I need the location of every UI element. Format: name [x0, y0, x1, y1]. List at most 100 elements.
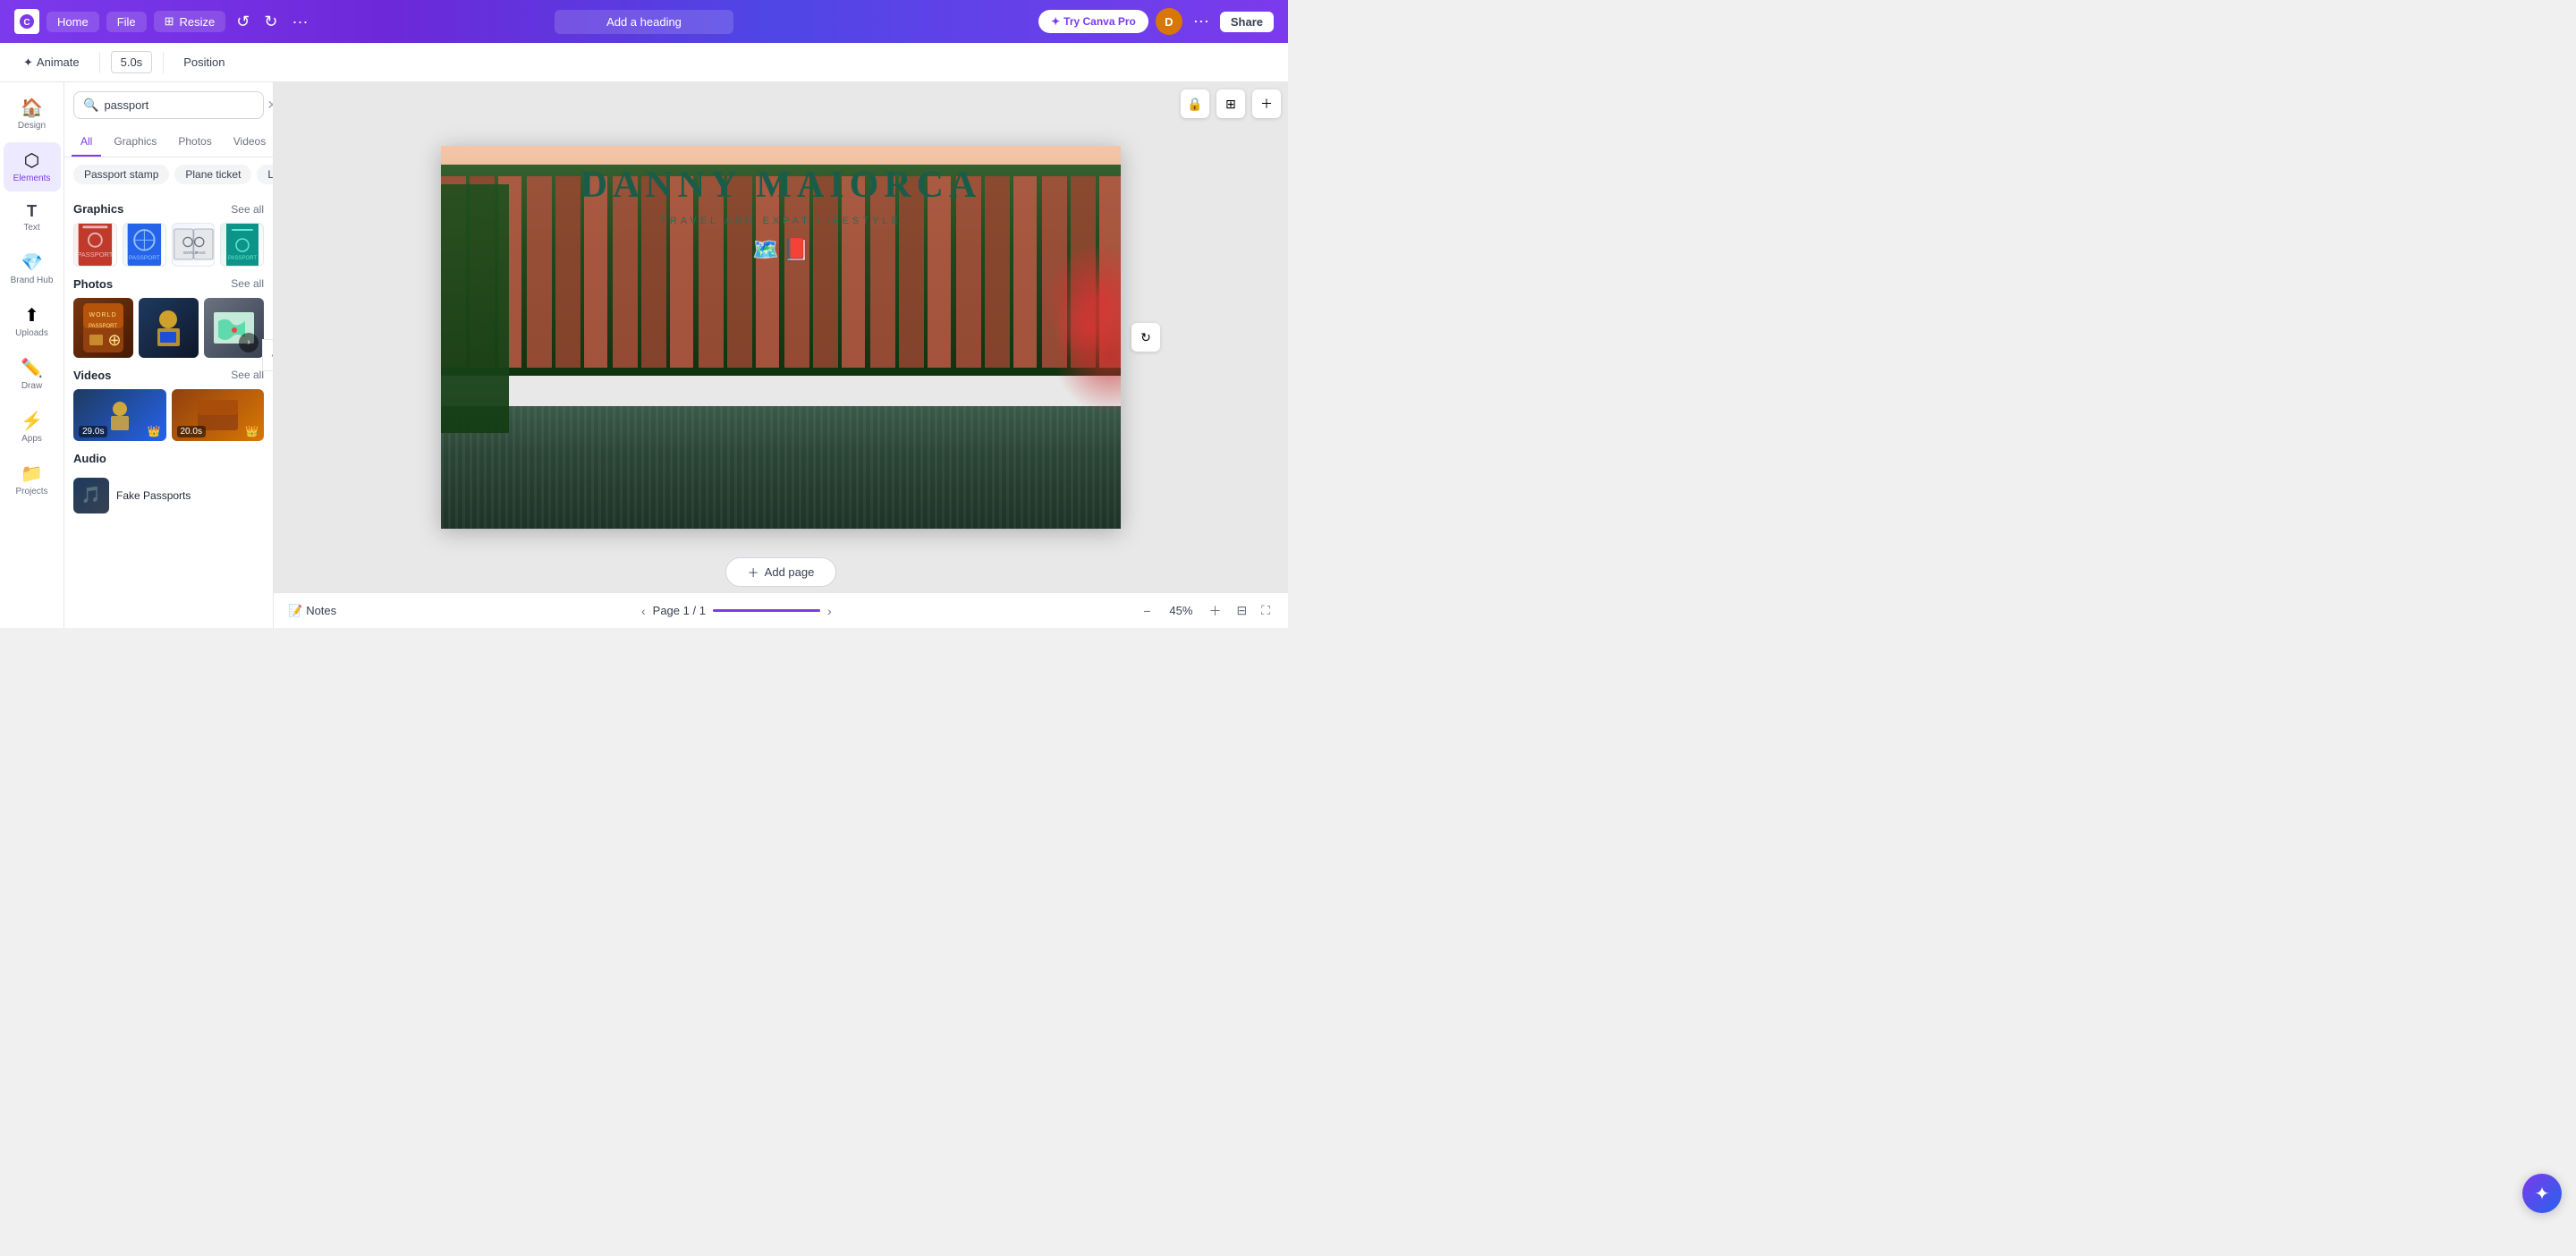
add-page-label: Add page — [765, 565, 815, 579]
sidebar-item-brandhub[interactable]: 💎 Brand Hub — [4, 244, 61, 293]
graphics-see-all-btn[interactable]: See all — [231, 203, 264, 216]
tab-photos[interactable]: Photos — [169, 128, 220, 157]
sidebar-item-projects[interactable]: 📁 Projects — [4, 455, 61, 505]
photo-item-3[interactable]: › — [204, 298, 264, 358]
position-btn[interactable]: Position — [174, 52, 233, 72]
canvas-workspace[interactable]: 🔒 ⊞ ＋ DANNY MAIORCA TRAVEL AND EXPAT L — [274, 82, 1288, 592]
canvas-decorative-icons[interactable]: 🗺️ 📕 — [752, 237, 809, 263]
photo-item-2[interactable] — [139, 298, 199, 358]
audio-info-1: Fake Passports — [116, 489, 264, 502]
panel-content: Graphics See all PASSPORT — [64, 191, 273, 628]
share-label: Share — [1231, 15, 1263, 29]
grid-tool-btn[interactable]: ⊞ — [1216, 89, 1245, 118]
sidebar-item-text[interactable]: T Text — [4, 195, 61, 241]
grid-view-btn[interactable]: ⊟ — [1233, 599, 1250, 622]
brandhub-label: Brand Hub — [11, 276, 54, 286]
canvas-main-title[interactable]: DANNY MAIORCA — [580, 164, 982, 207]
photos-see-all-btn[interactable]: See all — [231, 277, 264, 290]
search-icon: 🔍 — [83, 98, 98, 113]
bottom-bar: 📝 Notes ‹ Page 1 / 1 › − 45% ＋ ⊟ ⛶ — [274, 592, 1288, 628]
page-info: Page 1 / 1 — [653, 604, 706, 617]
page-progress-bar — [713, 609, 820, 612]
animate-btn[interactable]: ✦ Animate — [14, 52, 89, 73]
search-input[interactable] — [104, 98, 261, 112]
add-tool-btn[interactable]: ＋ — [1252, 89, 1281, 118]
svg-text:PASSPORT: PASSPORT — [228, 256, 257, 261]
filter-plane-ticket[interactable]: Plane ticket — [174, 165, 251, 184]
videos-see-all-btn[interactable]: See all — [231, 369, 264, 381]
topbar-left: C Home File ⊞ Resize ↺ ↻ ··· — [14, 9, 324, 35]
svg-text:WORLD: WORLD — [89, 312, 116, 318]
photos-grid: WORLD PASSPORT ⊕ — [73, 298, 264, 358]
video-item-2[interactable]: 20.0s 👑 — [172, 389, 265, 441]
lock-tool-btn[interactable]: 🔒 — [1181, 89, 1209, 118]
add-page-btn[interactable]: ＋ Add page — [725, 557, 837, 587]
notes-label: Notes — [306, 604, 336, 617]
file-label: File — [117, 15, 136, 29]
home-nav-btn[interactable]: Home — [47, 12, 99, 32]
redo-btn[interactable]: ↻ — [260, 9, 281, 35]
graphic-item-4[interactable]: PASSPORT — [220, 223, 264, 267]
photos-section-header: Photos See all — [73, 277, 264, 291]
filter-passport-stamp[interactable]: Passport stamp — [73, 165, 169, 184]
more-options-btn[interactable]: ⋯ — [1190, 9, 1213, 35]
tab-videos[interactable]: Videos — [225, 128, 274, 157]
sidebar-item-draw[interactable]: ✏️ Draw — [4, 350, 61, 399]
graphic-item-2[interactable]: PASSPORT — [123, 223, 166, 267]
apps-label: Apps — [21, 434, 42, 445]
brandhub-icon: 💎 — [21, 251, 43, 274]
filter-luggage[interactable]: Luggage — [257, 165, 273, 184]
duration-display[interactable]: 5.0s — [111, 51, 153, 73]
design-icon: 🏠 — [21, 97, 43, 119]
filter-chips: Passport stamp Plane ticket Luggage — [64, 157, 273, 191]
resize-nav-btn[interactable]: ⊞ Resize — [154, 11, 226, 32]
graphic-item-1[interactable]: PASSPORT — [73, 223, 117, 267]
page-navigation: ‹ Page 1 / 1 › — [641, 604, 832, 618]
videos-grid: 29.0s 👑 20.0s 👑 — [73, 389, 264, 441]
hide-panel-btn[interactable]: ‹ — [262, 339, 274, 371]
canva-assistant-btn[interactable]: ✦ — [2522, 1174, 2562, 1213]
photo-item-1[interactable]: WORLD PASSPORT ⊕ — [73, 298, 133, 358]
zoom-out-btn[interactable]: − — [1136, 600, 1157, 622]
graphics-section-header: Graphics See all — [73, 202, 264, 216]
audio-item-1[interactable]: 🎵 Fake Passports — [73, 472, 264, 519]
canvas-right-action-btn[interactable]: ↻ — [1131, 323, 1160, 352]
svg-text:PASSPORT: PASSPORT — [89, 324, 117, 329]
sidebar-item-design[interactable]: 🏠 Design — [4, 89, 61, 139]
canvas-top-tools: 🔒 ⊞ ＋ — [1181, 89, 1281, 118]
map-icon: 🗺️ — [752, 237, 779, 263]
graphic-item-3[interactable]: WORLD PASS — [172, 223, 216, 267]
water-reflections — [441, 406, 1121, 529]
more-btn[interactable]: ··· — [288, 9, 311, 35]
share-btn[interactable]: Share — [1220, 12, 1274, 32]
sidebar-item-apps[interactable]: ⚡ Apps — [4, 403, 61, 452]
try-pro-btn[interactable]: ✦ Try Canva Pro — [1038, 10, 1148, 33]
uploads-label: Uploads — [15, 328, 48, 339]
topbar: C Home File ⊞ Resize ↺ ↻ ··· Add a headi… — [0, 0, 1288, 43]
notes-icon: 📝 — [288, 604, 302, 618]
tab-all[interactable]: All — [72, 128, 101, 157]
home-button[interactable]: C — [14, 9, 39, 34]
page-next-btn[interactable]: › — [827, 604, 832, 618]
user-avatar[interactable]: D — [1156, 8, 1182, 35]
zoom-controls: − 45% ＋ ⊟ ⛶ — [1136, 599, 1274, 622]
elements-label: Elements — [13, 174, 51, 184]
search-clear-btn[interactable]: ✕ — [267, 98, 274, 113]
tab-graphics[interactable]: Graphics — [105, 128, 165, 157]
sidebar-item-elements[interactable]: ⬡ Elements — [4, 142, 61, 191]
fullscreen-btn[interactable]: ⛶ — [1258, 599, 1274, 622]
search-bar: 🔍 ✕ ⚙ — [73, 91, 264, 119]
heading-input[interactable]: Add a heading — [555, 10, 733, 34]
undo-btn[interactable]: ↺ — [233, 9, 253, 35]
audio-section-header: Audio — [73, 452, 264, 465]
animate-label: Animate — [37, 55, 80, 69]
canvas-subtitle[interactable]: TRAVEL AND EXPAT LIFESTYLE — [660, 216, 902, 226]
file-nav-btn[interactable]: File — [106, 12, 147, 32]
page-prev-btn[interactable]: ‹ — [641, 604, 646, 618]
sidebar-item-uploads[interactable]: ⬆ Uploads — [4, 297, 61, 346]
sep-1 — [99, 52, 100, 73]
zoom-in-btn[interactable]: ＋ — [1204, 600, 1225, 622]
notes-btn[interactable]: 📝 Notes — [288, 604, 336, 618]
video-2-crown: 👑 — [245, 425, 258, 437]
video-item-1[interactable]: 29.0s 👑 — [73, 389, 166, 441]
